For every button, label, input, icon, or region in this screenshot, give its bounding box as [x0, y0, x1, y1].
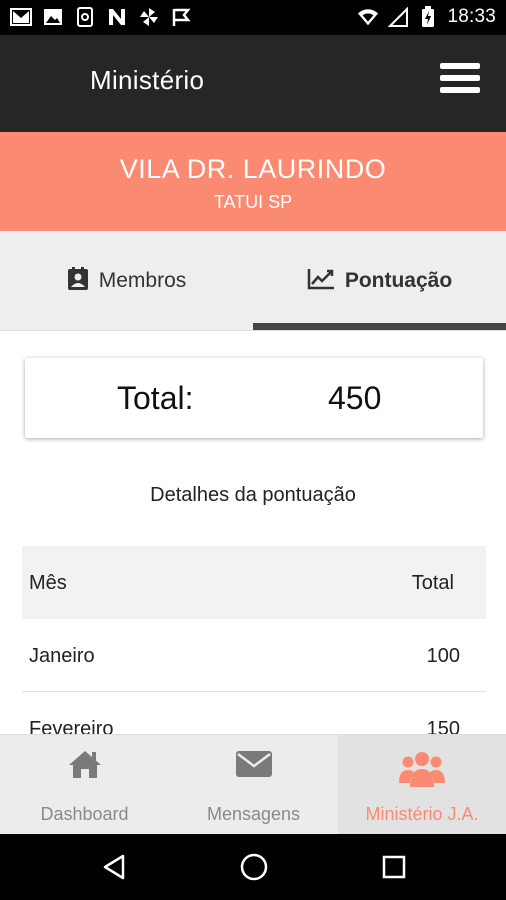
tab-label: Pontuação	[344, 269, 453, 292]
row-month: Janeiro	[29, 645, 95, 667]
image-icon	[42, 7, 64, 27]
total-card: Total: 450	[25, 358, 483, 438]
pinwheel-icon	[138, 7, 160, 27]
tab-label: Membros	[98, 269, 187, 292]
home-icon	[0, 749, 169, 779]
church-name: VILA DR. LAURINDO	[119, 154, 387, 184]
hamburger-menu-icon[interactable]	[440, 63, 480, 99]
nav-mensagens[interactable]: Mensagens	[169, 735, 338, 835]
trending-up-icon	[307, 268, 335, 295]
total-value: 450	[328, 380, 382, 416]
status-clock: 18:33	[447, 6, 496, 27]
table-header: Mês Total	[22, 546, 486, 619]
nav-ministerio-ja[interactable]: Ministério J.A.	[338, 735, 506, 835]
church-city: TATUI SP	[213, 192, 293, 212]
header-total: Total	[411, 572, 454, 594]
tab-bar: Membros Pontuação	[0, 231, 506, 331]
group-icon	[338, 749, 506, 789]
nav-dashboard[interactable]: Dashboard	[0, 735, 169, 835]
table-row: Janeiro 100	[22, 619, 486, 692]
status-bar: 18:33	[0, 0, 506, 35]
row-total: 100	[426, 645, 460, 667]
wifi-icon	[357, 7, 379, 27]
details-title: Detalhes da pontuação	[150, 484, 356, 506]
signal-icon	[387, 7, 409, 27]
back-icon[interactable]	[97, 850, 131, 884]
score-table: Mês Total Janeiro 100 Fevereiro 150	[22, 546, 486, 765]
flag-check-icon	[170, 7, 192, 27]
header-month: Mês	[29, 572, 67, 594]
total-label: Total:	[117, 380, 194, 416]
n-app-icon	[106, 7, 128, 27]
system-navigation-bar	[0, 834, 506, 900]
phone-sync-icon	[74, 7, 96, 27]
church-banner: VILA DR. LAURINDO TATUI SP	[0, 132, 506, 231]
nav-label: Mensagens	[206, 804, 301, 824]
recents-icon[interactable]	[377, 850, 411, 884]
battery-charging-icon	[417, 6, 439, 27]
page-title: Ministério	[90, 65, 205, 95]
active-tab-indicator	[253, 323, 506, 330]
gmail-icon	[10, 7, 32, 27]
nav-label: Ministério J.A.	[365, 804, 479, 824]
nav-label: Dashboard	[40, 804, 129, 824]
tab-membros[interactable]: Membros	[0, 231, 253, 331]
home-circle-icon[interactable]	[237, 850, 271, 884]
contact-card-icon	[67, 266, 89, 296]
tab-pontuacao[interactable]: Pontuação	[253, 231, 506, 331]
envelope-icon	[169, 749, 338, 779]
bottom-navigation: Dashboard Mensagens Ministério J.A.	[0, 734, 506, 835]
app-bar: Ministério	[0, 35, 506, 132]
